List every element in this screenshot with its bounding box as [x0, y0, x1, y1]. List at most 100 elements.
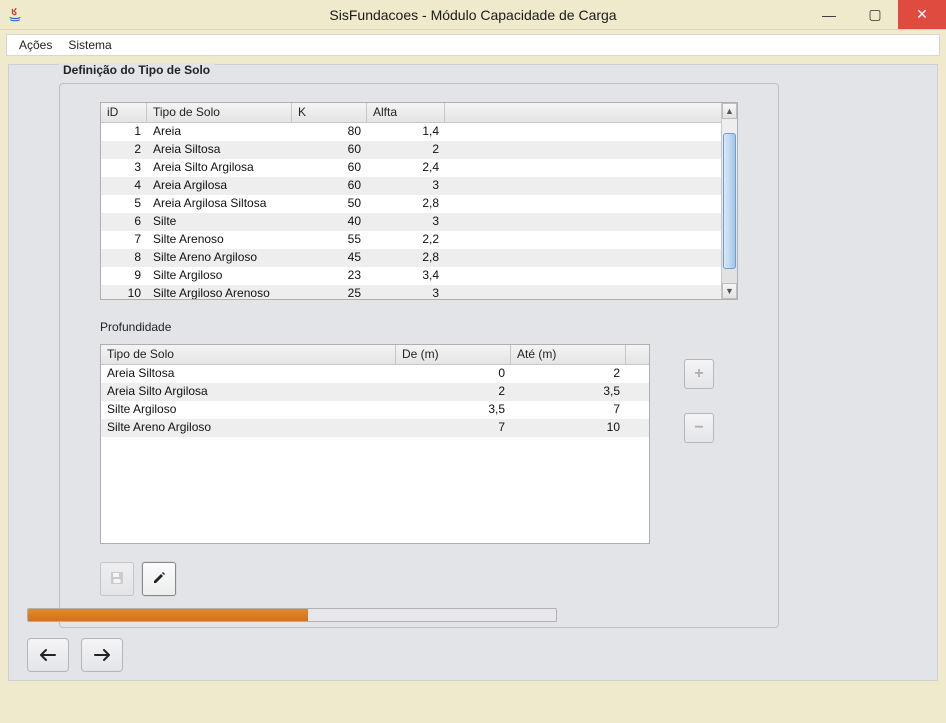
col-de[interactable]: De (m): [396, 345, 511, 364]
cell-id: 1: [101, 123, 147, 141]
cell-k: 45: [292, 249, 367, 267]
cell-ate: 2: [511, 365, 626, 383]
save-button[interactable]: [100, 562, 134, 596]
cell-tipo: Areia Silto Argilosa: [101, 383, 396, 401]
cell-tipo: Silte Argiloso: [101, 401, 396, 419]
edit-button[interactable]: [142, 562, 176, 596]
cell-k: 60: [292, 141, 367, 159]
maximize-button[interactable]: ▢: [852, 0, 898, 29]
profundidade-table: Tipo de Solo De (m) Até (m) Areia Siltos…: [100, 344, 650, 544]
cell-ate: 7: [511, 401, 626, 419]
menu-bar: Ações Sistema: [6, 34, 940, 56]
edit-icon: [151, 570, 167, 589]
group-title: Definição do Tipo de Solo: [59, 63, 214, 77]
cell-alfa: 1,4: [367, 123, 445, 141]
cell-tipo: Silte: [147, 213, 292, 231]
col-tipo[interactable]: Tipo de Solo: [101, 345, 396, 364]
plus-icon: +: [694, 365, 703, 383]
title-left: [6, 6, 32, 24]
cell-alfa: 3: [367, 213, 445, 231]
close-icon: ✕: [916, 6, 928, 23]
min-icon: —: [822, 7, 836, 23]
scroll-thumb[interactable]: [723, 133, 736, 269]
minus-icon: −: [694, 419, 703, 437]
cell-alfa: 3,4: [367, 267, 445, 285]
scroll-down-icon[interactable]: ▼: [722, 283, 737, 299]
cell-k: 60: [292, 159, 367, 177]
cell-id: 4: [101, 177, 147, 195]
panel: iD Tipo de Solo K Alfta 1 Areia 80 1,4 2…: [59, 83, 779, 628]
cell-tipo: Areia Siltosa: [147, 141, 292, 159]
profundidade-area: Tipo de Solo De (m) Até (m) Areia Siltos…: [100, 344, 738, 544]
cell-alfa: 2: [367, 141, 445, 159]
cell-k: 80: [292, 123, 367, 141]
next-button[interactable]: [81, 638, 123, 672]
cell-id: 8: [101, 249, 147, 267]
table-row[interactable]: 10 Silte Argiloso Arenoso 25 3: [101, 285, 721, 299]
cell-alfa: 2,8: [367, 249, 445, 267]
menu-sistema[interactable]: Sistema: [60, 36, 119, 54]
table-row[interactable]: Silte Areno Argiloso 7 10: [101, 419, 649, 437]
minimize-button[interactable]: —: [806, 0, 852, 29]
col-k[interactable]: K: [292, 103, 367, 122]
col-ate[interactable]: Até (m): [511, 345, 626, 364]
cell-tipo: Areia Argilosa Siltosa: [147, 195, 292, 213]
cell-k: 55: [292, 231, 367, 249]
table-row[interactable]: 1 Areia 80 1,4: [101, 123, 721, 141]
cell-alfa: 3: [367, 285, 445, 299]
col-alfa[interactable]: Alfta: [367, 103, 445, 122]
cell-id: 10: [101, 285, 147, 299]
cell-tipo: Silte Argiloso Arenoso: [147, 285, 292, 299]
cell-tipo: Areia Silto Argilosa: [147, 159, 292, 177]
table-row[interactable]: 4 Areia Argilosa 60 3: [101, 177, 721, 195]
table-row[interactable]: Silte Argiloso 3,5 7: [101, 401, 649, 419]
title-bar: SisFundacoes - Módulo Capacidade de Carg…: [0, 0, 946, 30]
table-row[interactable]: 9 Silte Argiloso 23 3,4: [101, 267, 721, 285]
table-row[interactable]: 8 Silte Areno Argiloso 45 2,8: [101, 249, 721, 267]
cell-id: 6: [101, 213, 147, 231]
close-button[interactable]: ✕: [898, 0, 946, 29]
cell-k: 40: [292, 213, 367, 231]
soil-types-table: iD Tipo de Solo K Alfta 1 Areia 80 1,4 2…: [100, 102, 738, 300]
table-row[interactable]: Areia Siltosa 0 2: [101, 365, 649, 383]
scrollbar[interactable]: ▲ ▼: [721, 103, 737, 299]
menu-acoes[interactable]: Ações: [11, 36, 60, 54]
col-id[interactable]: iD: [101, 103, 147, 122]
table-row[interactable]: 5 Areia Argilosa Siltosa 50 2,8: [101, 195, 721, 213]
arrow-left-icon: [39, 645, 57, 666]
scroll-up-icon[interactable]: ▲: [722, 103, 737, 119]
table-row[interactable]: Areia Silto Argilosa 2 3,5: [101, 383, 649, 401]
table-header: iD Tipo de Solo K Alfta: [101, 103, 721, 123]
max-icon: ▢: [868, 6, 881, 23]
cell-id: 9: [101, 267, 147, 285]
cell-alfa: 2,2: [367, 231, 445, 249]
cell-tipo: Silte Areno Argiloso: [101, 419, 396, 437]
cell-de: 2: [396, 383, 511, 401]
table-row[interactable]: 6 Silte 40 3: [101, 213, 721, 231]
remove-row-button[interactable]: −: [684, 413, 714, 443]
save-icon: [109, 570, 125, 589]
col-tipo[interactable]: Tipo de Solo: [147, 103, 292, 122]
table-header: Tipo de Solo De (m) Até (m): [101, 345, 649, 365]
cell-tipo: Areia Argilosa: [147, 177, 292, 195]
cell-de: 3,5: [396, 401, 511, 419]
cell-k: 50: [292, 195, 367, 213]
cell-alfa: 3: [367, 177, 445, 195]
table-row[interactable]: 2 Areia Siltosa 60 2: [101, 141, 721, 159]
cell-id: 2: [101, 141, 147, 159]
cell-ate: 3,5: [511, 383, 626, 401]
table-row[interactable]: 7 Silte Arenoso 55 2,2: [101, 231, 721, 249]
cell-k: 23: [292, 267, 367, 285]
cell-k: 60: [292, 177, 367, 195]
cell-id: 7: [101, 231, 147, 249]
cell-tipo: Areia: [147, 123, 292, 141]
cell-de: 0: [396, 365, 511, 383]
cell-alfa: 2,8: [367, 195, 445, 213]
table-row[interactable]: 3 Areia Silto Argilosa 60 2,4: [101, 159, 721, 177]
java-icon: [6, 6, 24, 24]
window-title: SisFundacoes - Módulo Capacidade de Carg…: [329, 7, 616, 23]
cell-id: 5: [101, 195, 147, 213]
prev-button[interactable]: [27, 638, 69, 672]
progress-fill: [28, 609, 308, 621]
add-row-button[interactable]: +: [684, 359, 714, 389]
